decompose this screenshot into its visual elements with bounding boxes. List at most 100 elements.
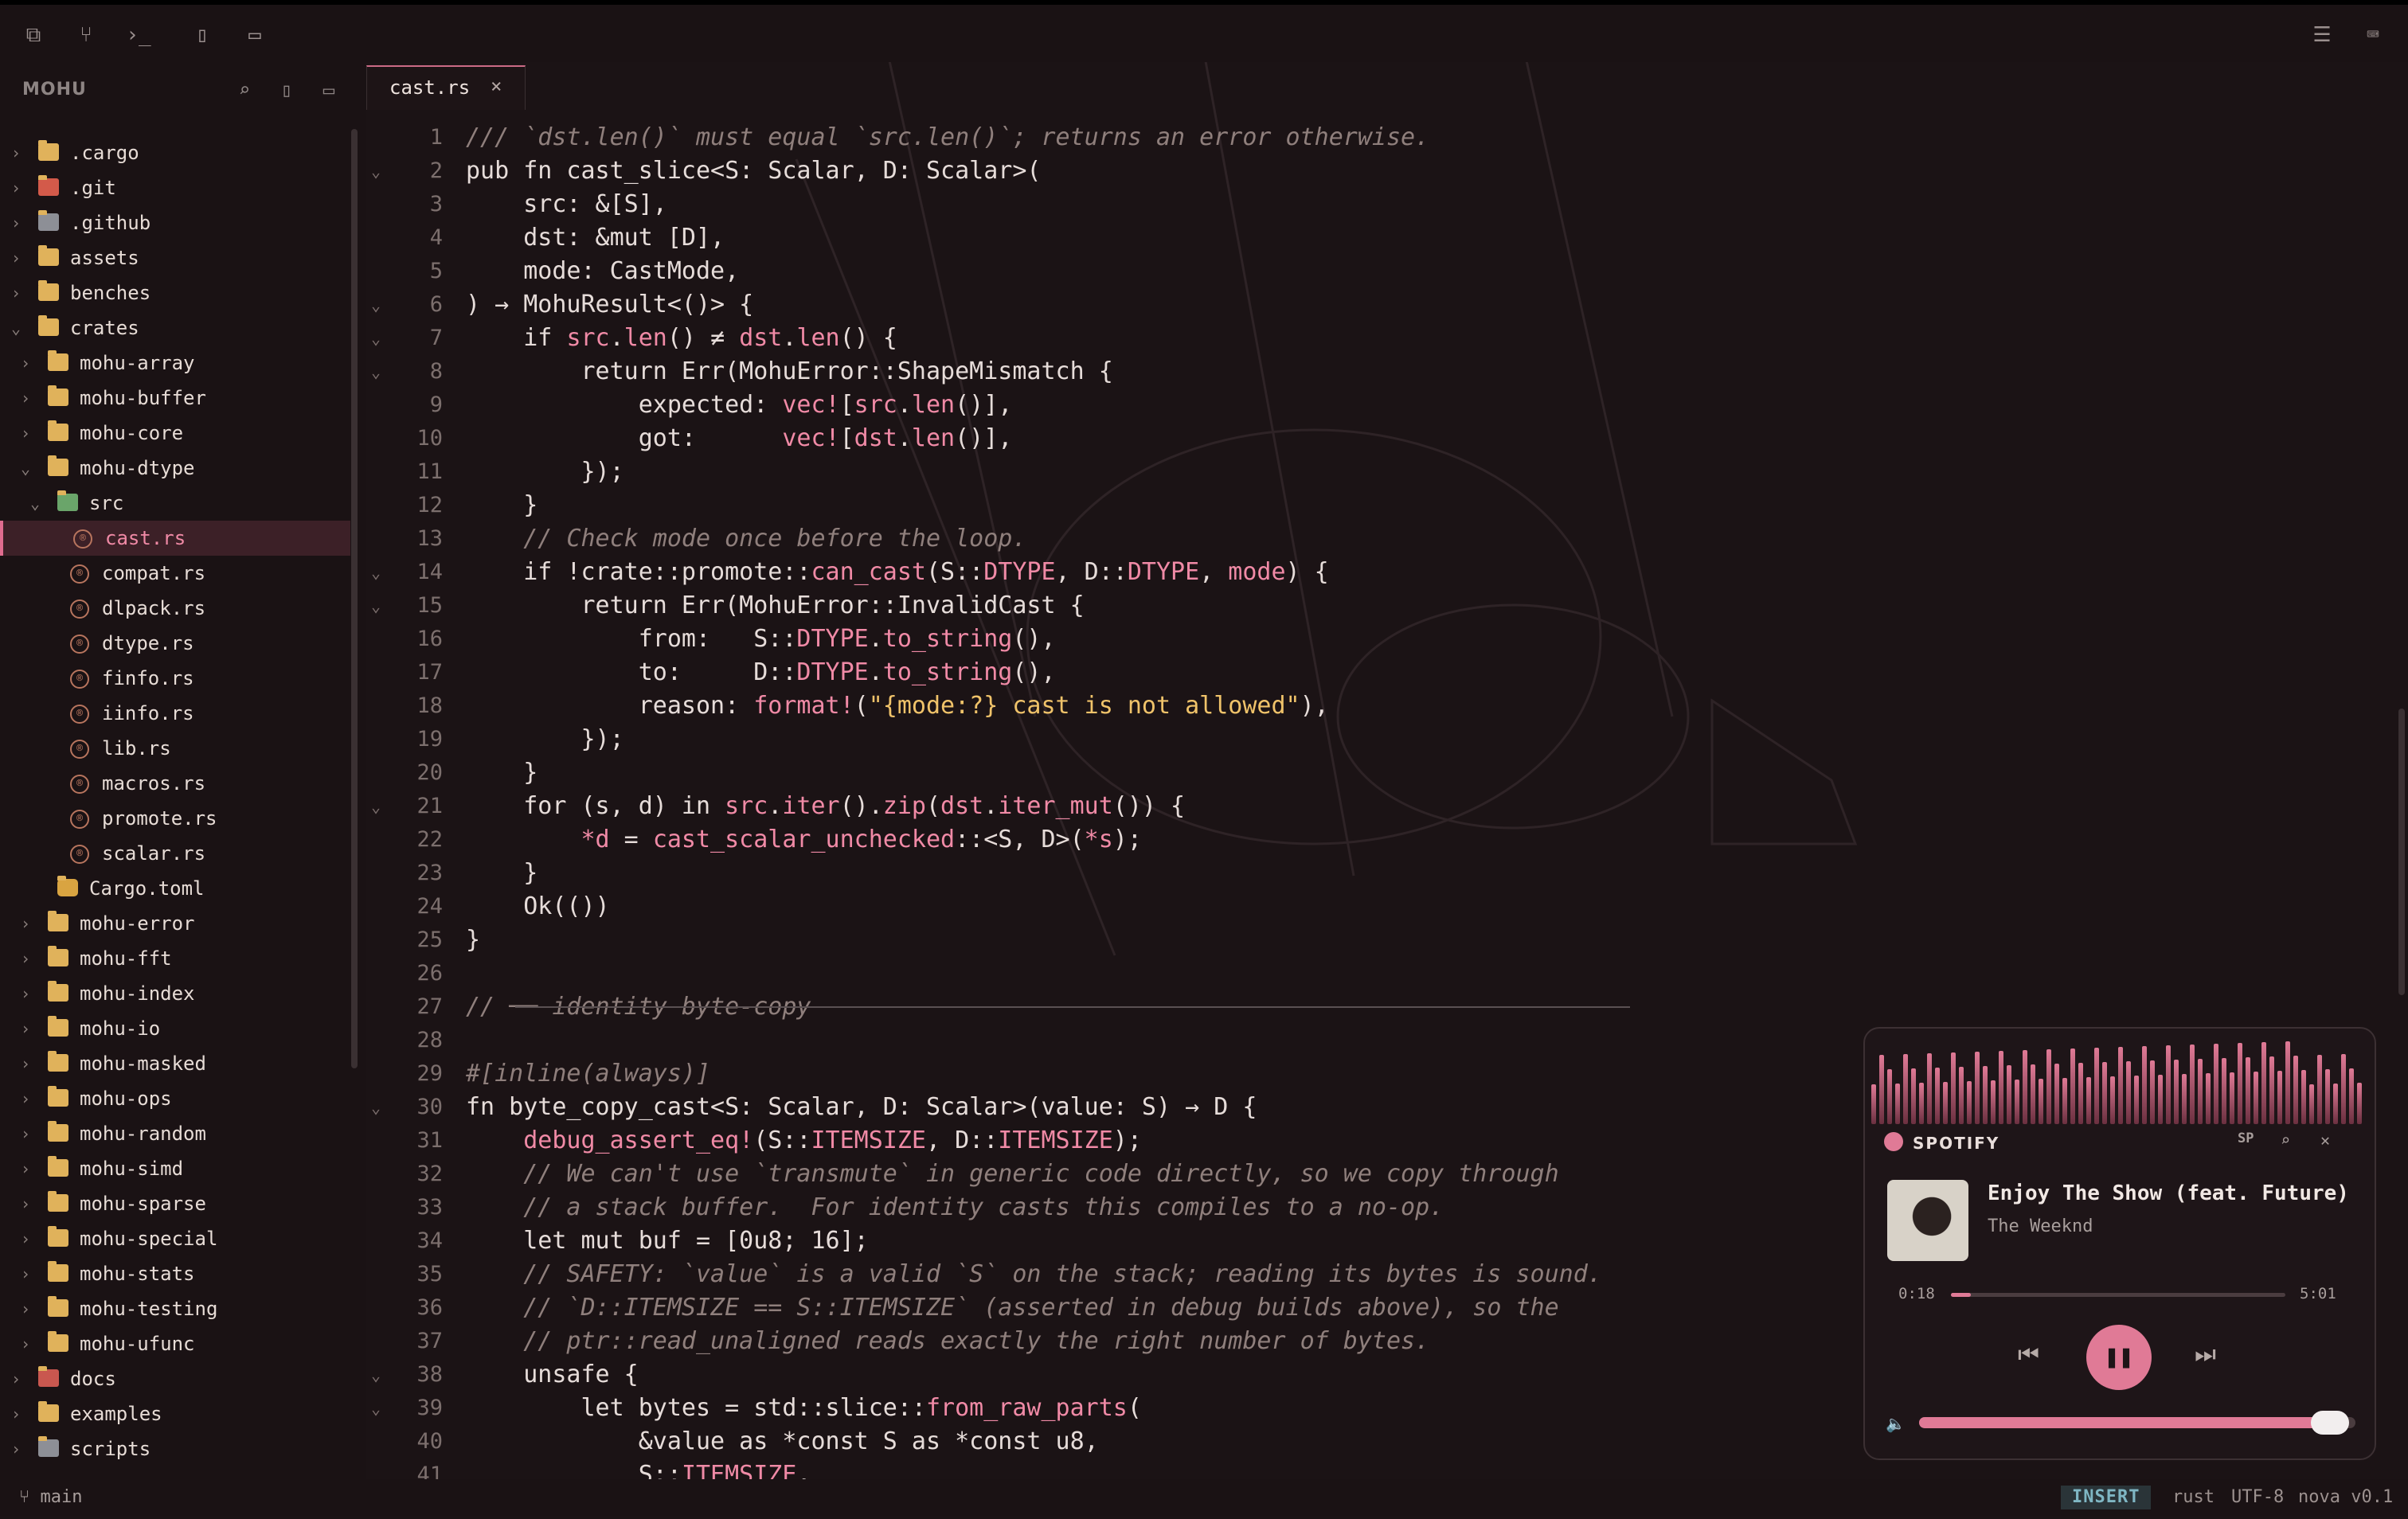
file-tree-item[interactable]: › mohu-stats [0, 1256, 350, 1291]
file-tree-item[interactable]: › mohu-core [0, 416, 350, 451]
file-tree-item[interactable]: › .git [0, 170, 350, 205]
file-tree-item[interactable]: ® iinfo.rs [0, 696, 350, 731]
chevron-right-icon[interactable]: › [16, 1011, 35, 1046]
code-line[interactable]: ⌄ 14 if !crate::promote::can_cast(S::DTYP… [366, 556, 2389, 589]
settings-sliders-icon[interactable]: ☰ [2308, 21, 2336, 49]
chevron-right-icon[interactable]: › [16, 906, 35, 941]
close-icon[interactable]: ✕ [2320, 1130, 2330, 1150]
file-tree-item[interactable]: › scripts [0, 1431, 350, 1466]
file-tree-item[interactable]: ® macros.rs [0, 766, 350, 801]
chevron-right-icon[interactable]: › [6, 170, 25, 205]
language-mode[interactable]: rust [2172, 1479, 2214, 1516]
code-line[interactable]: 18 reason: format!("{mode:?} cast is not… [366, 689, 2389, 723]
files-icon[interactable]: ⧉ [19, 21, 48, 49]
chevron-right-icon[interactable]: › [16, 1151, 35, 1186]
code-line[interactable]: ⌄ 15 return Err(MohuError::InvalidCast { [366, 589, 2389, 623]
file-tree-item[interactable]: › mohu-ops [0, 1081, 350, 1116]
code-line[interactable]: 24 Ok(()) [366, 890, 2389, 924]
file-tree-item[interactable]: › assets [0, 240, 350, 275]
code-line[interactable]: 3 src: &[S], [366, 188, 2389, 221]
file-tree-item[interactable]: › benches [0, 275, 350, 310]
file-tree-item[interactable]: › mohu-io [0, 1011, 350, 1046]
volume-knob[interactable] [2310, 1411, 2349, 1435]
tab-cast-rs[interactable]: cast.rs × [366, 65, 526, 110]
file-tree-item[interactable]: › mohu-simd [0, 1151, 350, 1186]
chevron-down-icon[interactable]: ⌄ [6, 310, 25, 346]
file-tree-item[interactable]: › mohu-testing [0, 1291, 350, 1326]
file-tree-item[interactable]: › mohu-special [0, 1221, 350, 1256]
code-line[interactable]: 9 expected: vec![src.len()], [366, 389, 2389, 422]
file-tree-item[interactable]: ® dtype.rs [0, 626, 350, 661]
chevron-right-icon[interactable]: › [16, 1116, 35, 1151]
previous-track-icon[interactable]: ⏮ [2018, 1341, 2039, 1369]
editor-scrollbar[interactable] [2398, 709, 2405, 995]
chevron-down-icon[interactable]: ⌄ [25, 486, 45, 521]
file-tree-item[interactable]: › docs [0, 1361, 350, 1396]
chevron-right-icon[interactable]: › [6, 1396, 25, 1431]
progress-bar[interactable] [1951, 1293, 2285, 1297]
chevron-right-icon[interactable]: › [16, 346, 35, 381]
code-line[interactable]: 5 mode: CastMode, [366, 255, 2389, 288]
code-line[interactable]: 23 } [366, 857, 2389, 890]
file-tree-item[interactable]: › mohu-random [0, 1116, 350, 1151]
file-tree-item[interactable]: › mohu-fft [0, 941, 350, 976]
chevron-right-icon[interactable]: › [6, 1431, 25, 1466]
chevron-right-icon[interactable]: › [16, 1186, 35, 1221]
file-tree-item[interactable]: ⌄ crates [0, 310, 350, 346]
code-line[interactable]: 12 } [366, 489, 2389, 522]
git-branch[interactable]: ⑂ main [19, 1479, 82, 1516]
file-tree-item[interactable]: ® promote.rs [0, 801, 350, 836]
open-folder-icon[interactable]: ▭ [240, 21, 269, 49]
file-tree-item[interactable]: › mohu-buffer [0, 381, 350, 416]
chevron-right-icon[interactable]: › [16, 1046, 35, 1081]
file-tree-item[interactable]: ® scalar.rs [0, 836, 350, 871]
chevron-right-icon[interactable]: › [6, 1361, 25, 1396]
git-branch-icon[interactable]: ⑂ [72, 21, 100, 49]
code-line[interactable]: ⌄ 6) → MohuResult<()> { [366, 288, 2389, 322]
chevron-right-icon[interactable]: › [16, 416, 35, 451]
file-tree-item[interactable]: ® finfo.rs [0, 661, 350, 696]
file-tree-item[interactable]: › mohu-array [0, 346, 350, 381]
file-tree-item[interactable]: ® compat.rs [0, 556, 350, 591]
file-tree-item[interactable]: ⌄ mohu-dtype [0, 451, 350, 486]
chevron-right-icon[interactable]: › [16, 1081, 35, 1116]
code-line[interactable]: 4 dst: &mut [D], [366, 221, 2389, 255]
code-line[interactable]: 11 }); [366, 455, 2389, 489]
encoding[interactable]: UTF-8 [2231, 1479, 2284, 1516]
file-tree-item[interactable]: ® lib.rs [0, 731, 350, 766]
chevron-down-icon[interactable]: ⌄ [16, 451, 35, 486]
volume-slider[interactable] [1919, 1411, 2355, 1435]
chevron-right-icon[interactable]: › [16, 941, 35, 976]
code-line[interactable]: 17 to: D::DTYPE.to_string(), [366, 656, 2389, 689]
code-line[interactable]: 13 // Check mode once before the loop. [366, 522, 2389, 556]
code-line[interactable]: 1 /// `dst.len()` must equal `src.len()`;… [366, 121, 2389, 154]
search-icon[interactable]: ⌕ [231, 76, 258, 103]
code-line[interactable]: 26 [366, 957, 2389, 990]
code-line[interactable]: 20 } [366, 756, 2389, 790]
code-line[interactable]: 10 got: vec![dst.len()], [366, 422, 2389, 455]
file-tree-item[interactable]: › .cargo [0, 135, 350, 170]
pause-button[interactable]: ❚❚ [2086, 1325, 2152, 1390]
code-line[interactable]: 41 S::ITEMSIZE, [366, 1458, 2389, 1479]
chevron-right-icon[interactable]: › [6, 275, 25, 310]
file-tree-item[interactable]: › mohu-sparse [0, 1186, 350, 1221]
code-line[interactable]: ⌄ 21 for (s, d) in src.iter().zip(dst.ite… [366, 790, 2389, 823]
code-line[interactable]: 16 from: S::DTYPE.to_string(), [366, 623, 2389, 656]
chevron-right-icon[interactable]: › [6, 135, 25, 170]
file-tree-item[interactable]: › mohu-ufunc [0, 1326, 350, 1361]
code-line[interactable]: 22 *d = cast_scalar_unchecked::<S, D>(*s… [366, 823, 2389, 857]
chevron-right-icon[interactable]: › [16, 1291, 35, 1326]
chevron-right-icon[interactable]: › [16, 1256, 35, 1291]
file-tree-item[interactable]: ⌄ src [0, 486, 350, 521]
sidebar-scrollbar[interactable] [351, 129, 358, 1068]
next-track-icon[interactable]: ⏭ [2195, 1341, 2216, 1369]
chevron-right-icon[interactable]: › [16, 1221, 35, 1256]
close-tab-icon[interactable]: × [491, 75, 502, 97]
file-tree-item[interactable]: Cargo.toml [0, 871, 350, 906]
file-tree-item[interactable]: › mohu-masked [0, 1046, 350, 1081]
code-line[interactable]: 25} [366, 924, 2389, 957]
new-file-icon[interactable]: ▯ [188, 21, 217, 49]
new-file-icon[interactable]: ▯ [273, 76, 300, 103]
search-icon[interactable]: ⌕ [2281, 1130, 2290, 1150]
file-tree-item[interactable]: › mohu-index [0, 976, 350, 1011]
